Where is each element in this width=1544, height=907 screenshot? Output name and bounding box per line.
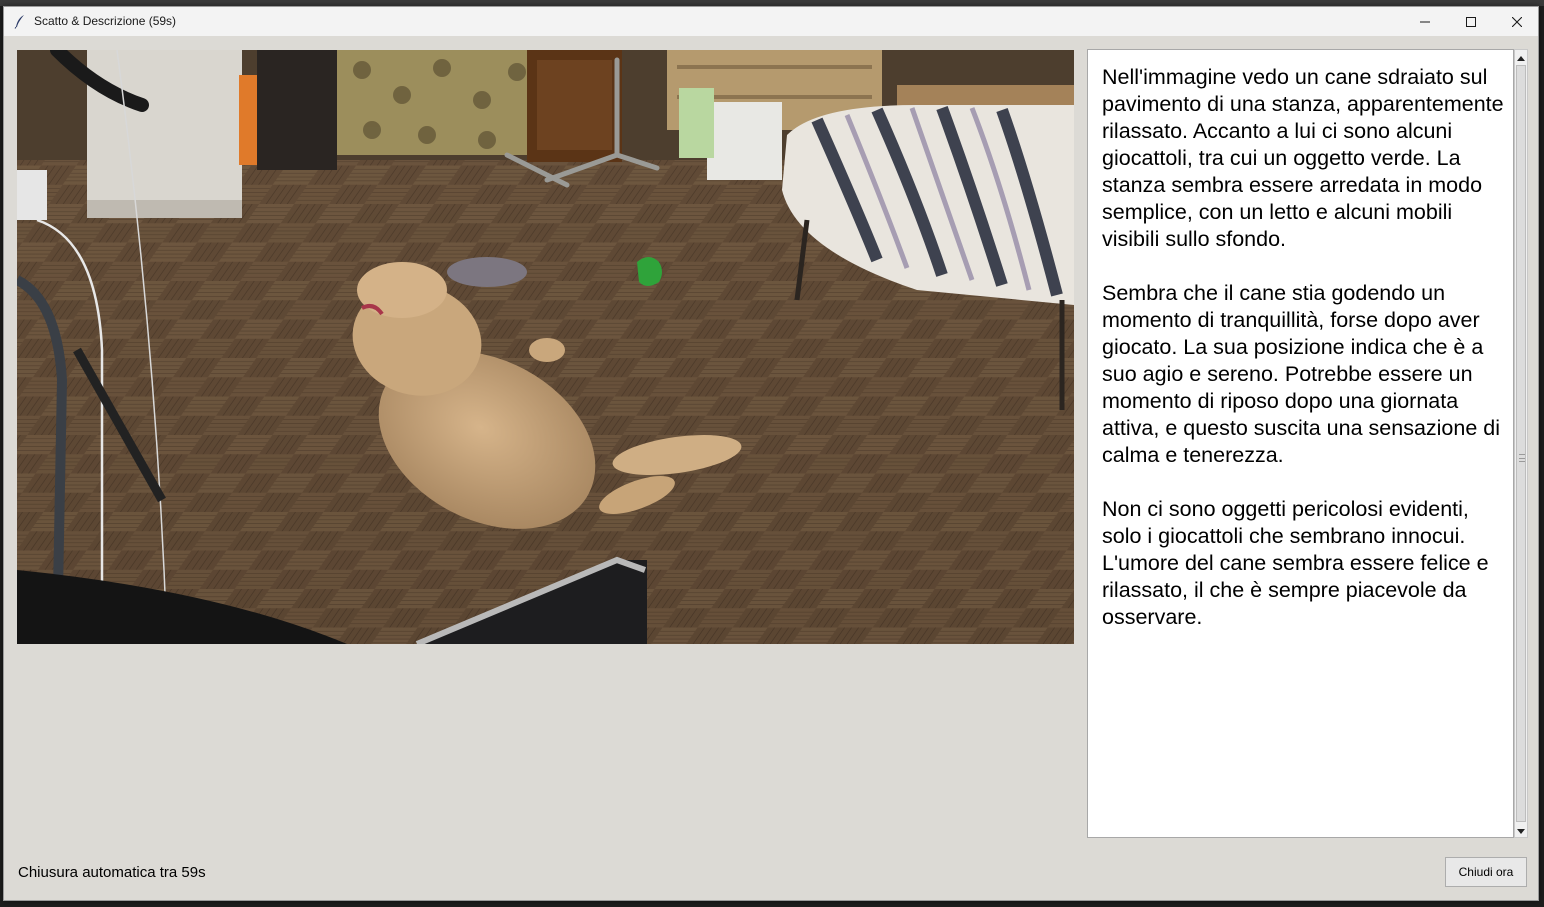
scroll-down-button[interactable] (1515, 823, 1527, 837)
arrow-down-icon (1517, 821, 1525, 839)
auto-close-status: Chiusura automatica tra 59s (18, 864, 206, 881)
title-bar[interactable]: Scatto & Descrizione (59s) (4, 7, 1538, 36)
window-title: Scatto & Descrizione (59s) (34, 14, 177, 28)
description-text: Nell'immagine vedo un cane sdraiato sul … (1102, 65, 1504, 629)
minimize-icon (1420, 17, 1430, 27)
description-scrollbar[interactable] (1514, 49, 1528, 838)
scroll-up-button[interactable] (1515, 50, 1527, 64)
arrow-up-icon (1517, 48, 1525, 66)
captured-photo (17, 50, 1074, 644)
maximize-button[interactable] (1448, 7, 1494, 36)
scrollbar-thumb[interactable] (1516, 65, 1526, 822)
app-window: Scatto & Descrizione (59s) Nell'immagine… (3, 6, 1539, 901)
maximize-icon (1466, 16, 1476, 27)
feather-icon (14, 14, 26, 29)
description-textbox[interactable]: Nell'immagine vedo un cane sdraiato sul … (1087, 49, 1514, 838)
close-now-button[interactable]: Chiudi ora (1445, 857, 1527, 887)
close-icon (1512, 16, 1522, 27)
minimize-button[interactable] (1402, 7, 1448, 36)
close-button[interactable] (1494, 7, 1538, 36)
grip-icon (1519, 454, 1525, 462)
